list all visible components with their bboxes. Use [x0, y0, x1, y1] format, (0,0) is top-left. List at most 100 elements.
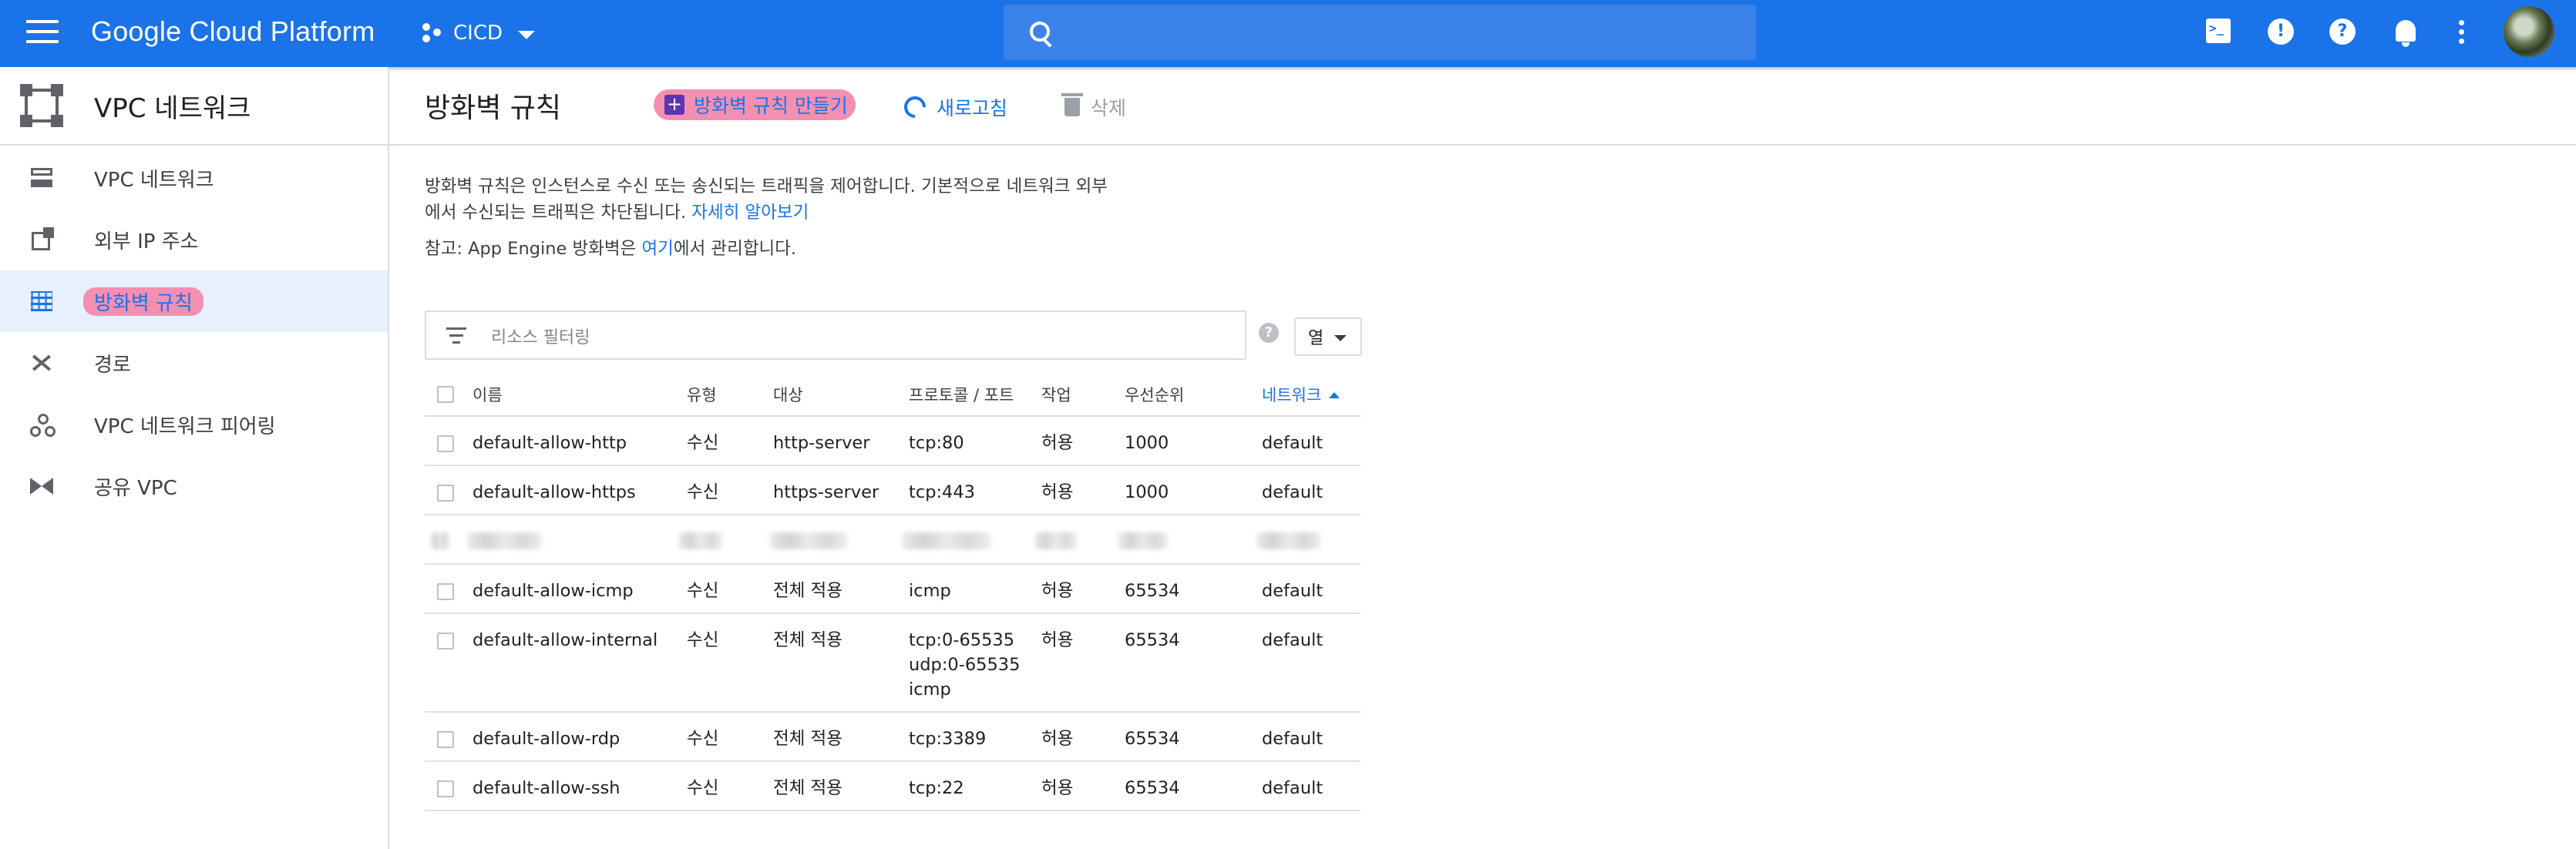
rule-network[interactable]: default [1262, 628, 1323, 653]
columns-button[interactable]: 열 [1294, 317, 1362, 356]
redacted-block [679, 532, 722, 549]
select-all-checkbox[interactable] [437, 386, 454, 403]
header-target[interactable]: 대상 [773, 383, 803, 408]
header-priority[interactable]: 우선순위 [1125, 383, 1184, 408]
app-engine-note: 참고: App Engine 방화벽은 여기에서 관리합니다. [425, 235, 796, 260]
sort-ascending-icon [1329, 392, 1340, 398]
avatar[interactable] [2504, 6, 2554, 57]
filter-icon [446, 327, 466, 348]
row-checkbox[interactable] [437, 485, 454, 502]
rule-network[interactable]: default [1262, 431, 1323, 455]
row-checkbox[interactable] [437, 780, 454, 797]
redacted-block [1257, 532, 1320, 549]
rule-name[interactable]: default-allow-icmp [472, 579, 634, 603]
delete-button[interactable]: 삭제 [1061, 93, 1127, 121]
add-icon: + [664, 95, 684, 115]
redacted-block [468, 532, 542, 549]
row-checkbox[interactable] [437, 633, 454, 649]
rule-action: 허용 [1041, 778, 1074, 798]
table-row[interactable]: default-allow-icmp 수신 전체 적용 icmp 허용 6553… [425, 565, 1360, 614]
header-type[interactable]: 유형 [687, 383, 717, 408]
brand-title[interactable]: Google Cloud Platform [91, 15, 375, 48]
rule-network[interactable]: default [1262, 776, 1323, 800]
rule-action: 허용 [1041, 482, 1074, 502]
row-checkbox[interactable] [437, 583, 454, 600]
rule-type: 수신 [687, 778, 719, 798]
routes-icon [29, 351, 54, 375]
project-name: CICD [453, 22, 503, 45]
help-icon[interactable]: ? [2329, 18, 2356, 45]
delete-button-label: 삭제 [1091, 97, 1127, 119]
more-vert-icon[interactable] [2459, 20, 2468, 51]
trash-icon [1061, 93, 1083, 116]
notifications-icon[interactable] [2390, 17, 2421, 48]
rule-action: 허용 [1041, 729, 1074, 749]
rule-name[interactable]: default-allow-ssh [472, 776, 620, 800]
rule-target: https-server [773, 482, 879, 502]
rule-network[interactable]: default [1262, 480, 1323, 505]
vpc-logo-icon [20, 84, 63, 127]
cloud-shell-icon[interactable] [2206, 18, 2231, 43]
menu-icon[interactable] [26, 20, 59, 46]
refresh-button-label: 새로고침 [937, 97, 1008, 119]
rule-protocol: udp:0-65535 [909, 655, 1021, 675]
external-ip-icon [29, 227, 54, 252]
rule-priority: 65534 [1125, 729, 1180, 749]
sidebar-item-external-ip[interactable]: 외부 IP 주소 [0, 209, 388, 270]
sidebar-item-label: VPC 네트워크 [94, 168, 214, 192]
table-row[interactable]: default-allow-internal 수신 전체 적용 tcp:0-65… [425, 614, 1360, 713]
filter-placeholder: 리소스 필터링 [491, 328, 590, 347]
rule-priority: 1000 [1125, 433, 1169, 453]
create-firewall-rule-button[interactable]: + 방화벽 규칙 만들기 [654, 89, 856, 120]
header-protocol[interactable]: 프로토콜 / 포트 [909, 383, 1014, 408]
sidebar-item-label: 경로 [94, 353, 131, 377]
rule-action: 허용 [1041, 630, 1074, 650]
redacted-block [431, 532, 449, 549]
rule-network[interactable]: default [1262, 727, 1323, 751]
sidebar-item-peering[interactable]: VPC 네트워크 피어링 [0, 394, 388, 455]
rule-type: 수신 [687, 729, 719, 749]
rule-type: 수신 [687, 482, 719, 502]
header-network[interactable]: 네트워크 [1262, 383, 1340, 408]
help-circle-icon[interactable]: ? [1259, 323, 1279, 343]
project-selector[interactable]: CICD [421, 15, 535, 51]
resource-filter-input[interactable]: 리소스 필터링 [425, 310, 1246, 360]
header-action[interactable]: 작업 [1041, 383, 1071, 408]
page-header: 방화벽 규칙 + 방화벽 규칙 만들기 새로고침 삭제 [389, 67, 2576, 146]
table-row[interactable]: default-allow-http 수신 http-server tcp:80… [425, 417, 1360, 466]
header-name[interactable]: 이름 [472, 383, 503, 408]
sidebar-item-label: 공유 VPC [94, 476, 177, 500]
here-link[interactable]: 여기 [641, 239, 673, 259]
top-app-bar: Google Cloud Platform CICD ! ? [0, 0, 2576, 72]
table-row[interactable]: default-allow-rdp 수신 전체 적용 tcp:3389 허용 6… [425, 713, 1360, 762]
rule-name[interactable]: default-allow-http [472, 431, 627, 455]
refresh-button[interactable]: 새로고침 [900, 92, 1008, 122]
row-checkbox[interactable] [437, 731, 454, 748]
sidebar-item-firewall[interactable]: 방화벽 규칙 [0, 270, 388, 332]
sidebar-item-shared-vpc[interactable]: 공유 VPC [0, 455, 388, 517]
table-row[interactable]: default-allow-ssh 수신 전체 적용 tcp:22 허용 655… [425, 762, 1360, 811]
rule-name[interactable]: default-allow-internal [472, 628, 657, 653]
rule-protocol-list: tcp:0-65535 udp:0-65535 icmp [909, 628, 1020, 702]
rule-type: 수신 [687, 581, 719, 601]
feedback-icon[interactable]: ! [2268, 18, 2294, 45]
rule-network[interactable]: default [1262, 579, 1323, 603]
main-content: 방화벽 규칙 + 방화벽 규칙 만들기 새로고침 삭제 방화벽 규칙은 인스턴스… [389, 67, 2576, 849]
rule-action: 허용 [1041, 581, 1074, 601]
vpc-network-icon [29, 166, 54, 190]
sidebar-item-vpc-network[interactable]: VPC 네트워크 [0, 147, 388, 209]
learn-more-link[interactable]: 자세히 알아보기 [691, 203, 809, 223]
rule-name[interactable]: default-allow-rdp [472, 727, 620, 751]
rule-action: 허용 [1041, 433, 1074, 453]
search-icon [1030, 22, 1050, 42]
page-title: 방화벽 규칙 [425, 92, 562, 124]
row-checkbox[interactable] [437, 435, 454, 452]
peering-icon [29, 412, 55, 437]
rule-target: 전체 적용 [773, 729, 842, 749]
search-input[interactable] [1004, 5, 1756, 60]
rule-name[interactable]: default-allow-https [472, 480, 636, 505]
project-icon [421, 22, 444, 45]
table-row[interactable]: default-allow-https 수신 https-server tcp:… [425, 466, 1360, 515]
sidebar-item-routes[interactable]: 경로 [0, 332, 388, 394]
create-button-label: 방화벽 규칙 만들기 [694, 95, 848, 117]
